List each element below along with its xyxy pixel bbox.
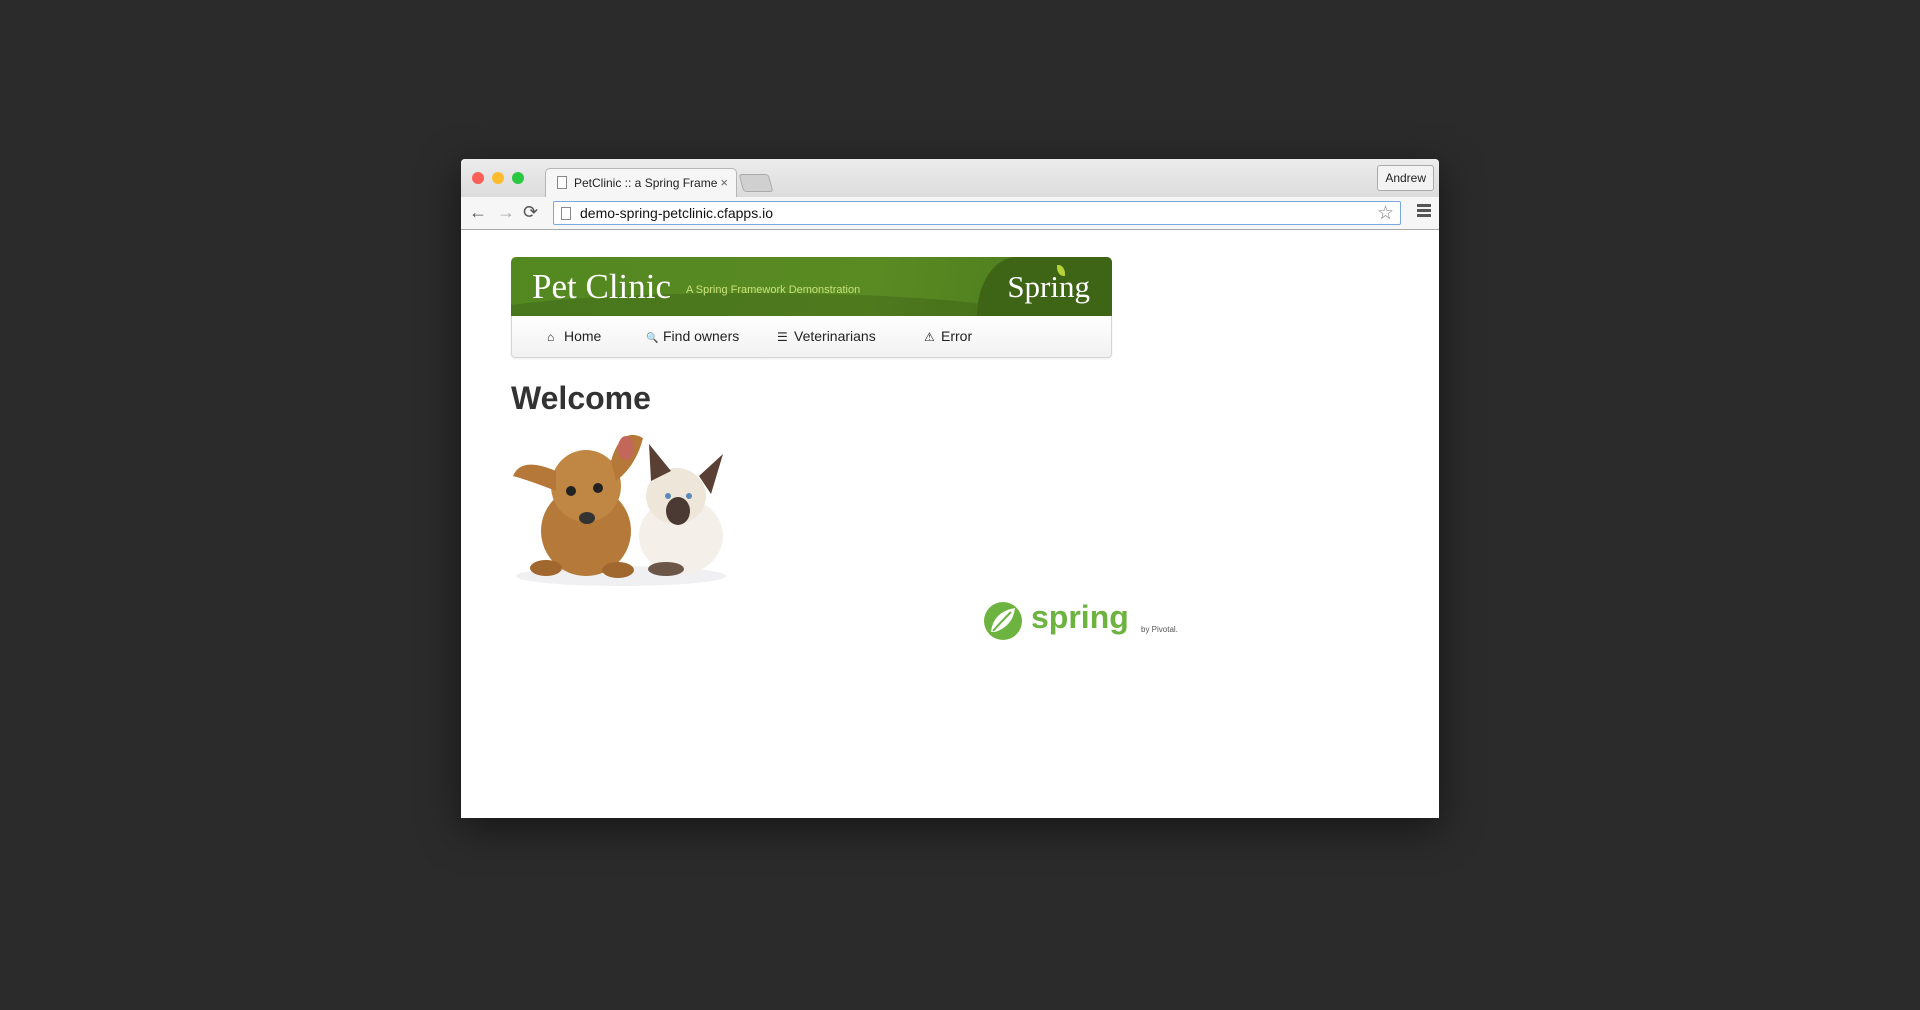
home-icon: ⌂	[547, 330, 555, 344]
profile-button[interactable]: Andrew	[1377, 165, 1434, 191]
main-nav: ⌂ Home 🔍 Find owners ☰ Veterinarians ⚠ Error	[511, 316, 1112, 358]
page-icon	[561, 207, 571, 220]
forward-icon[interactable]: →	[497, 203, 515, 221]
warning-icon: ⚠	[924, 330, 935, 344]
by-pivotal-text: by Pivotal.	[1141, 625, 1178, 634]
minimize-window-button[interactable]	[492, 172, 504, 184]
nav-label: Error	[941, 328, 973, 344]
back-icon[interactable]: ←	[469, 203, 487, 221]
reload-icon[interactable]: ⟳	[523, 203, 538, 221]
close-window-button[interactable]	[472, 172, 484, 184]
site-title: Pet Clinic	[532, 267, 672, 306]
close-tab-icon[interactable]: ×	[720, 175, 728, 190]
spring-by-pivotal-logo: spring by Pivotal.	[984, 600, 1178, 640]
menu-icon[interactable]	[1417, 204, 1431, 219]
header-banner: Pet Clinic A Spring Framework Demonstrat…	[511, 257, 1112, 316]
maximize-window-button[interactable]	[512, 172, 524, 184]
tab-title: PetClinic :: a Spring Frame	[574, 176, 718, 190]
spring-brand: Spring	[1007, 269, 1090, 304]
search-icon: 🔍	[646, 333, 659, 344]
page-icon	[557, 176, 567, 189]
address-bar[interactable]: demo-spring-petclinic.cfapps.io ☆	[553, 201, 1401, 225]
pets-image	[513, 434, 726, 586]
nav-home[interactable]: ⌂ Home	[547, 328, 601, 344]
spring-logo-text: spring	[1031, 600, 1129, 635]
nav-veterinarians[interactable]: ☰ Veterinarians	[777, 328, 876, 344]
browser-tab[interactable]: PetClinic :: a Spring Frame ×	[545, 168, 737, 197]
page-heading: Welcome	[511, 380, 651, 416]
nav-find-owners[interactable]: 🔍 Find owners	[646, 328, 739, 344]
url-text: demo-spring-petclinic.cfapps.io	[580, 205, 773, 221]
toolbar: ← → ⟳ demo-spring-petclinic.cfapps.io ☆	[461, 197, 1439, 230]
nav-label: Home	[564, 328, 602, 344]
nav-error[interactable]: ⚠ Error	[924, 328, 972, 344]
browser-window: PetClinic :: a Spring Frame × Andrew ← →…	[461, 159, 1439, 818]
tab-bar: PetClinic :: a Spring Frame × Andrew	[461, 159, 1439, 197]
list-icon: ☰	[777, 330, 788, 344]
new-tab-button[interactable]	[738, 174, 774, 192]
nav-label: Find owners	[663, 328, 740, 344]
bookmark-star-icon[interactable]: ☆	[1377, 202, 1394, 225]
nav-label: Veterinarians	[794, 328, 876, 344]
site-tagline: A Spring Framework Demonstration	[686, 284, 861, 296]
